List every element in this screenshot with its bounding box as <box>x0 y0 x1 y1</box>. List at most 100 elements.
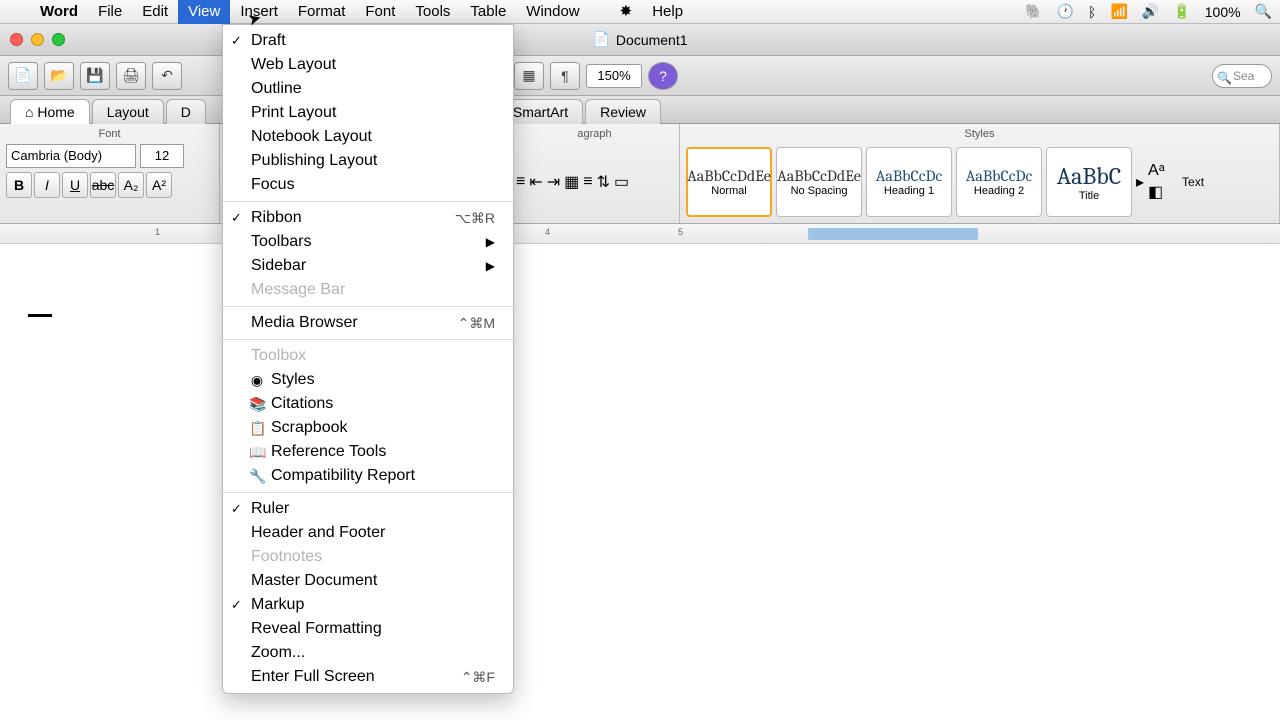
menu-item-outline[interactable]: Outline <box>223 77 513 101</box>
menu-format[interactable]: Format <box>288 0 356 24</box>
new-doc-button[interactable]: 📄 <box>8 62 38 90</box>
menu-item-reveal-formatting[interactable]: Reveal Formatting <box>223 617 513 641</box>
zoom-button[interactable] <box>52 33 65 46</box>
menu-item-zoom-[interactable]: Zoom... <box>223 641 513 665</box>
menu-item-print-layout[interactable]: Print Layout <box>223 101 513 125</box>
tab-layout[interactable]: Layout <box>92 99 164 124</box>
indent-button[interactable]: ⇥ <box>547 172 560 192</box>
styles-more-button[interactable]: ▸ <box>1136 172 1144 192</box>
volume-icon[interactable]: 🔊 <box>1142 3 1159 20</box>
spotlight-icon[interactable]: 🔍 <box>1255 3 1272 20</box>
menu-item-sidebar[interactable]: Sidebar▶ <box>223 254 513 278</box>
close-button[interactable] <box>10 33 23 46</box>
menu-item-markup[interactable]: ✓Markup <box>223 593 513 617</box>
menu-help[interactable]: Help <box>642 0 693 24</box>
italic-button[interactable]: I <box>34 172 60 198</box>
font-name-select[interactable]: Cambria (Body) <box>6 144 136 168</box>
shading-button[interactable]: ▭ <box>614 172 629 192</box>
print-button[interactable]: 🖨 <box>116 62 146 90</box>
menu-item-compatibility-report[interactable]: 🔧Compatibility Report <box>223 464 513 488</box>
menu-item-reference-tools[interactable]: 📖Reference Tools <box>223 440 513 464</box>
toolbox-heading: Toolbox <box>223 344 513 368</box>
menu-item-scrapbook[interactable]: 📋Scrapbook <box>223 416 513 440</box>
shortcut-label: ⌃⌘F <box>461 669 495 686</box>
menu-item-ribbon[interactable]: ✓Ribbon⌥⌘R <box>223 206 513 230</box>
linespacing-button[interactable]: ≡ <box>583 173 592 191</box>
toolbox-item-icon: 📋 <box>249 420 265 437</box>
bluetooth-icon[interactable]: ᛒ <box>1088 4 1096 20</box>
save-button[interactable]: 💾 <box>80 62 110 90</box>
ruler[interactable]: 1 4 5 7 <box>0 224 1280 244</box>
superscript-button[interactable]: A² <box>146 172 172 198</box>
mac-menubar: Word File Edit View Insert Format Font T… <box>0 0 1280 24</box>
menu-window[interactable]: Window <box>516 0 589 24</box>
menu-item-enter-full-screen[interactable]: Enter Full Screen⌃⌘F <box>223 665 513 689</box>
menu-item-footnotes: Footnotes <box>223 545 513 569</box>
menu-item-media-browser[interactable]: Media Browser⌃⌘M <box>223 311 513 335</box>
change-styles-button[interactable]: Aᵃ <box>1148 162 1178 180</box>
ruler-margin-indicator[interactable] <box>808 228 978 240</box>
sort-button[interactable]: ⇅ <box>597 172 610 192</box>
text-cursor <box>28 314 52 317</box>
submenu-arrow-icon: ▶ <box>486 235 495 249</box>
ribbon-tabs: Home Layout D SmartArt Review <box>0 96 1280 124</box>
tab-review[interactable]: Review <box>585 99 661 124</box>
tab-document[interactable]: D <box>166 99 206 124</box>
strike-button[interactable]: abc <box>90 172 116 198</box>
wifi-icon[interactable]: 📶 <box>1110 3 1127 20</box>
styles-group: Styles AaBbCcDdEeNormal AaBbCcDdEeNo Spa… <box>680 124 1280 223</box>
search-input[interactable]: Sea <box>1212 64 1272 88</box>
menu-file[interactable]: File <box>88 0 132 24</box>
minimize-button[interactable] <box>31 33 44 46</box>
menu-item-toolbars[interactable]: Toolbars▶ <box>223 230 513 254</box>
subscript-button[interactable]: A₂ <box>118 172 144 198</box>
menu-item-draft[interactable]: ✓Draft <box>223 29 513 53</box>
menu-tools[interactable]: Tools <box>405 0 460 24</box>
titlebar: Document1 <box>0 24 1280 56</box>
font-size-select[interactable]: 12 <box>140 144 184 168</box>
menu-view[interactable]: View <box>178 0 230 24</box>
menu-item-web-layout[interactable]: Web Layout <box>223 53 513 77</box>
menu-item-citations[interactable]: 📚Citations <box>223 392 513 416</box>
menu-word[interactable]: Word <box>30 0 88 24</box>
align-left-button[interactable]: ≡ <box>516 173 525 191</box>
evernote-icon[interactable]: 🐘 <box>1025 3 1042 20</box>
shortcut-label: ⌃⌘M <box>458 315 495 332</box>
style-normal[interactable]: AaBbCcDdEeNormal <box>686 147 772 217</box>
underline-button[interactable]: U <box>62 172 88 198</box>
styles-pane-button[interactable]: ◧ <box>1148 182 1178 202</box>
timemachine-icon[interactable]: 🕐 <box>1057 3 1074 20</box>
menu-table[interactable]: Table <box>460 0 516 24</box>
show-button[interactable]: ¶ <box>550 62 580 90</box>
menu-edit[interactable]: Edit <box>132 0 178 24</box>
open-button[interactable]: 📂 <box>44 62 74 90</box>
style-heading2[interactable]: AaBbCcDcHeading 2 <box>956 147 1042 217</box>
menu-item-master-document[interactable]: Master Document <box>223 569 513 593</box>
battery-icon[interactable]: 🔋 <box>1173 3 1190 20</box>
menu-item-publishing-layout[interactable]: Publishing Layout <box>223 149 513 173</box>
bold-button[interactable]: B <box>6 172 32 198</box>
document-area[interactable] <box>0 268 1280 720</box>
style-title[interactable]: AaBbCTitle <box>1046 147 1132 217</box>
style-nospacing[interactable]: AaBbCcDdEeNo Spacing <box>776 147 862 217</box>
tab-home[interactable]: Home <box>10 99 90 124</box>
menu-item-message-bar: Message Bar <box>223 278 513 302</box>
menu-item-ruler[interactable]: ✓Ruler <box>223 497 513 521</box>
standard-toolbar: 📄 📂 💾 🖨 ↶ ▦ ¶ 150% ? Sea <box>0 56 1280 96</box>
zoom-select[interactable]: 150% <box>586 64 642 88</box>
menu-item-header-and-footer[interactable]: Header and Footer <box>223 521 513 545</box>
shortcut-label: ⌥⌘R <box>455 210 495 227</box>
check-icon: ✓ <box>231 210 242 226</box>
menu-item-styles[interactable]: ◉Styles <box>223 368 513 392</box>
menu-item-focus[interactable]: Focus <box>223 173 513 197</box>
help-button[interactable]: ? <box>648 62 678 90</box>
outdent-button[interactable]: ⇤ <box>529 172 542 192</box>
undo-button[interactable]: ↶ <box>152 62 182 90</box>
menu-item-notebook-layout[interactable]: Notebook Layout <box>223 125 513 149</box>
menu-font[interactable]: Font <box>355 0 405 24</box>
borders-button[interactable]: ▦ <box>564 172 579 192</box>
view-menu-dropdown: ✓DraftWeb LayoutOutlinePrint LayoutNoteb… <box>222 24 514 694</box>
columns-button[interactable]: ▦ <box>514 62 544 90</box>
style-heading1[interactable]: AaBbCcDcHeading 1 <box>866 147 952 217</box>
toolbox-item-icon: 📚 <box>249 396 265 413</box>
